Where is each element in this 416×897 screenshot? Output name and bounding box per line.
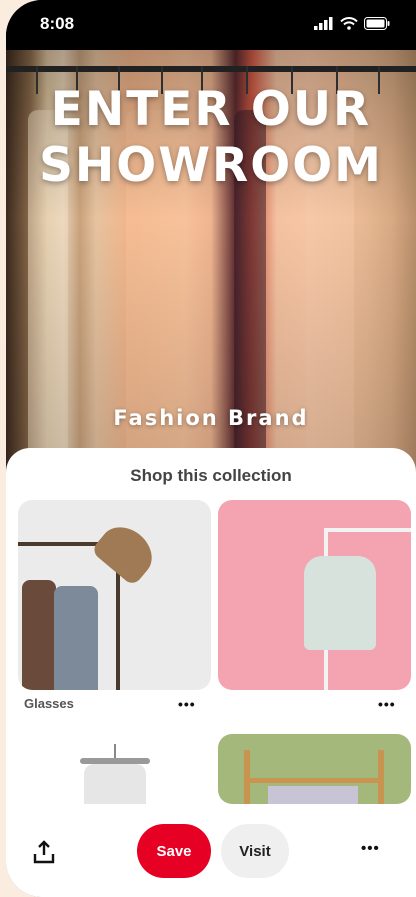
jacket — [54, 586, 98, 690]
collection-title: Shop this collection — [130, 466, 292, 485]
hanger-hook — [114, 744, 116, 758]
status-time: 8:08 — [40, 14, 75, 33]
product-card-top[interactable] — [18, 734, 211, 804]
status-icons — [314, 17, 390, 30]
hero-image[interactable]: ENTER OUR SHOWROOM Fashion Brand — [6, 50, 416, 470]
rack-bar — [326, 528, 411, 532]
rack-bar — [244, 778, 384, 783]
battery-icon — [364, 17, 390, 30]
hero-subtitle: Fashion Brand — [113, 406, 309, 430]
save-button[interactable]: Save — [137, 824, 211, 878]
hanging-clothes — [268, 786, 358, 804]
puffer-jacket — [304, 556, 376, 650]
wifi-icon — [340, 17, 358, 30]
rack-pole — [244, 750, 250, 804]
status-bar: 8:08 — [6, 0, 416, 50]
more-options-icon[interactable]: ••• — [361, 840, 380, 857]
hat — [90, 517, 162, 587]
hero-title: ENTER OUR SHOWROOM — [39, 82, 383, 193]
more-icon[interactable]: ••• — [378, 696, 396, 712]
product-label: Glasses — [24, 696, 74, 711]
more-icon[interactable]: ••• — [178, 696, 196, 712]
white-top — [84, 764, 146, 804]
product-card-glasses[interactable] — [18, 500, 211, 690]
share-icon[interactable] — [32, 840, 56, 864]
product-card-puffer-jacket[interactable] — [218, 500, 411, 690]
action-bar: Save Visit ••• — [6, 804, 416, 897]
visit-button[interactable]: Visit — [221, 824, 289, 878]
rack-pole — [378, 750, 384, 804]
product-card-clothes-rack[interactable] — [218, 734, 411, 804]
coat — [22, 580, 56, 690]
phone-frame: 8:08 ENTER OUR SHOWROOM Fashion Brand Sh… — [6, 0, 416, 897]
signal-icon — [314, 17, 333, 30]
